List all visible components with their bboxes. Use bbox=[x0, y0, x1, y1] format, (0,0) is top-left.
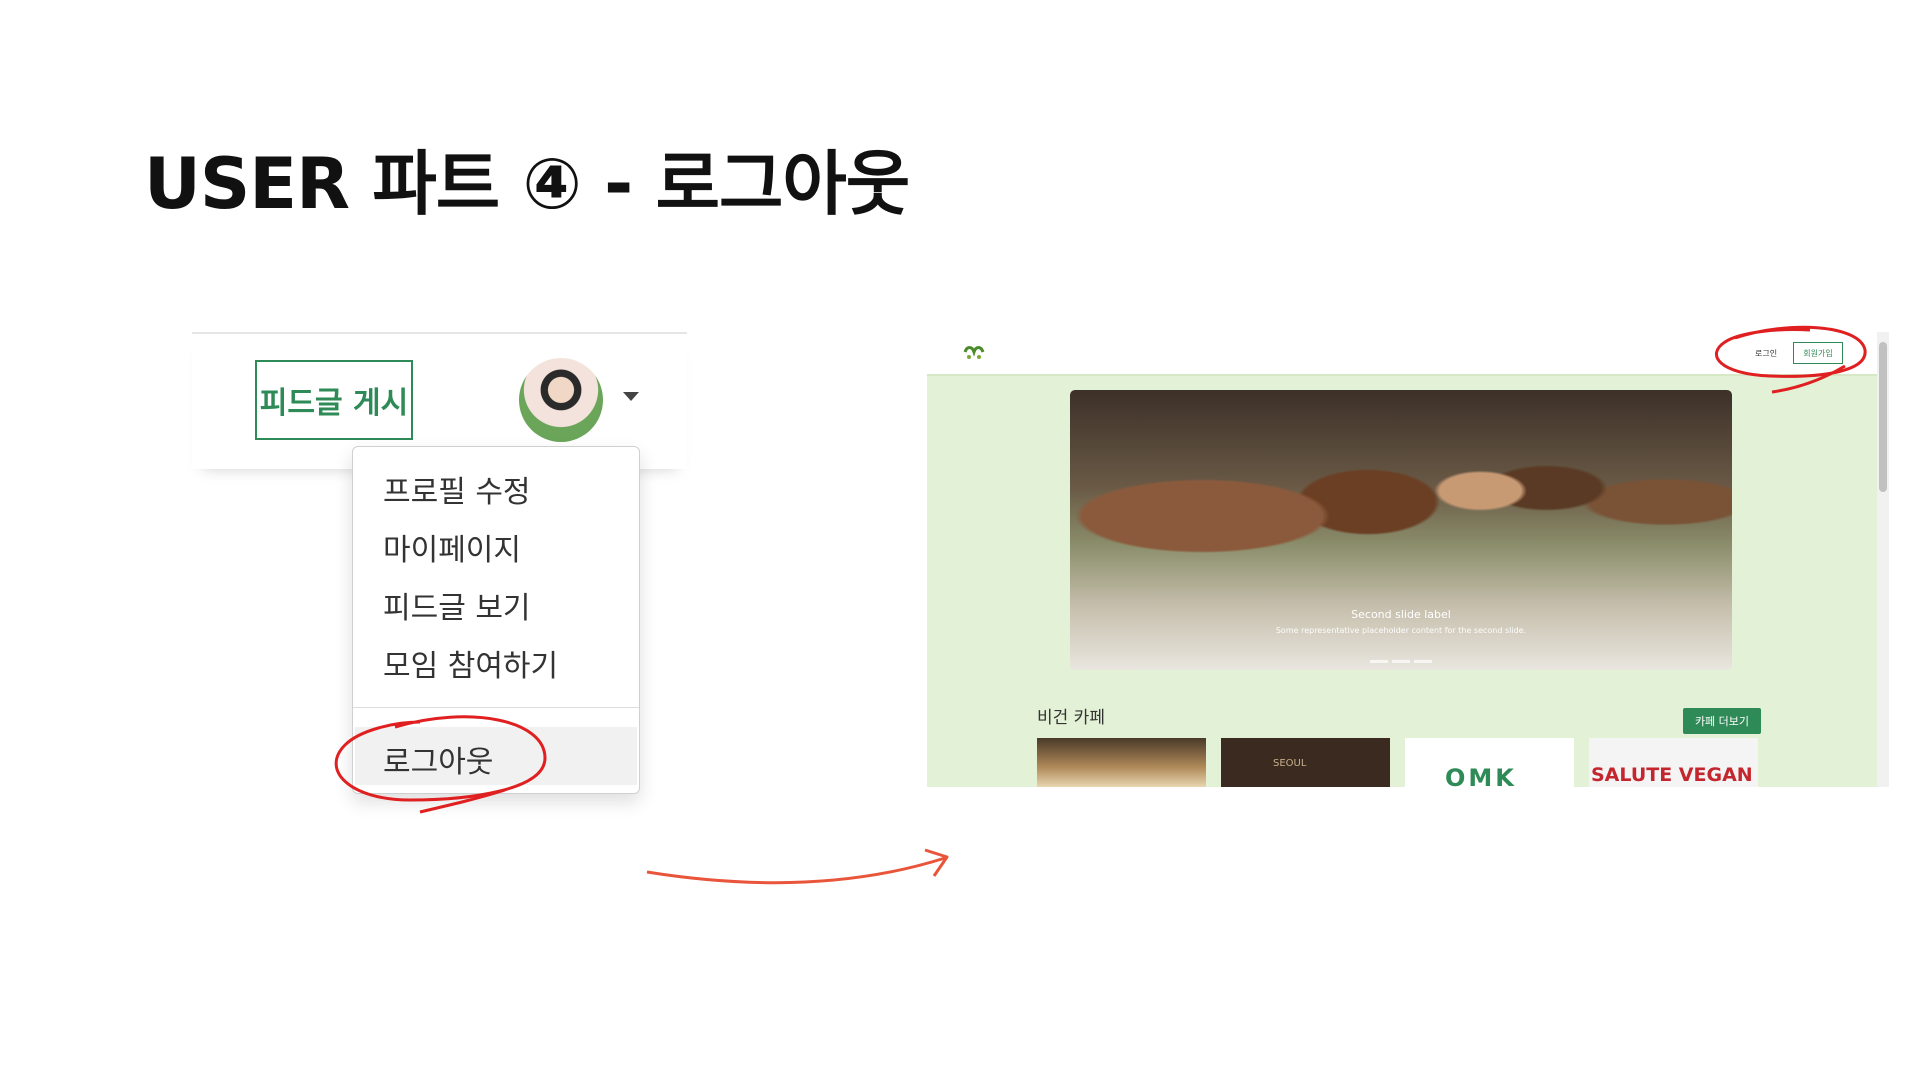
menu-item-mypage[interactable]: 마이페이지 bbox=[383, 525, 521, 569]
section-title: 비건 카페 bbox=[1037, 708, 1105, 728]
hero-carousel[interactable]: ‹ › Second slide label Some representati… bbox=[1070, 390, 1732, 670]
logo-icon[interactable] bbox=[961, 344, 987, 364]
avatar[interactable] bbox=[519, 358, 603, 442]
signup-button[interactable]: 회원가입 bbox=[1793, 342, 1843, 364]
cafe-card[interactable]: SALUTE VEGAN bbox=[1589, 738, 1758, 787]
slide-title: USER 파트 ④ - 로그아웃 bbox=[144, 143, 910, 225]
menu-item-view-feed[interactable]: 피드글 보기 bbox=[383, 583, 531, 627]
carousel-caption-title: Second slide label bbox=[1351, 608, 1451, 621]
cafe-card[interactable] bbox=[1037, 738, 1206, 787]
menu-item-logout[interactable]: 로그아웃 bbox=[383, 737, 493, 781]
more-cafes-button[interactable]: 카페 더보기 bbox=[1683, 708, 1761, 734]
carousel-indicators[interactable] bbox=[1370, 660, 1432, 663]
cafe-sign: SALUTE VEGAN bbox=[1591, 764, 1753, 786]
menu-item-join-meeting[interactable]: 모임 참여하기 bbox=[383, 641, 558, 685]
cafe-logo: OMK bbox=[1445, 764, 1517, 787]
right-screenshot: 로그인 회원가입 ‹ › Second slide label Some rep… bbox=[927, 332, 1889, 787]
user-dropdown-menu: 프로필 수정 마이페이지 피드글 보기 모임 참여하기 로그아웃 bbox=[352, 446, 640, 794]
carousel-caption-text: Some representative placeholder content … bbox=[1275, 626, 1527, 635]
caret-down-icon[interactable] bbox=[623, 392, 639, 401]
menu-divider bbox=[353, 707, 639, 708]
navbar: 로그인 회원가입 bbox=[927, 332, 1877, 376]
cafe-sign: SEOUL bbox=[1273, 758, 1307, 769]
cafe-card[interactable]: SEOUL bbox=[1221, 738, 1390, 787]
scrollbar-thumb[interactable] bbox=[1879, 342, 1887, 492]
feed-post-button[interactable]: 피드글 게시 bbox=[255, 360, 413, 440]
cafe-card[interactable]: OMK bbox=[1405, 738, 1574, 787]
menu-item-edit-profile[interactable]: 프로필 수정 bbox=[383, 467, 531, 511]
login-link[interactable]: 로그인 bbox=[1755, 348, 1777, 359]
left-screenshot: 피드글 게시 프로필 수정 마이페이지 피드글 보기 모임 참여하기 로그아웃 bbox=[192, 332, 687, 802]
transition-arrow bbox=[646, 856, 946, 885]
